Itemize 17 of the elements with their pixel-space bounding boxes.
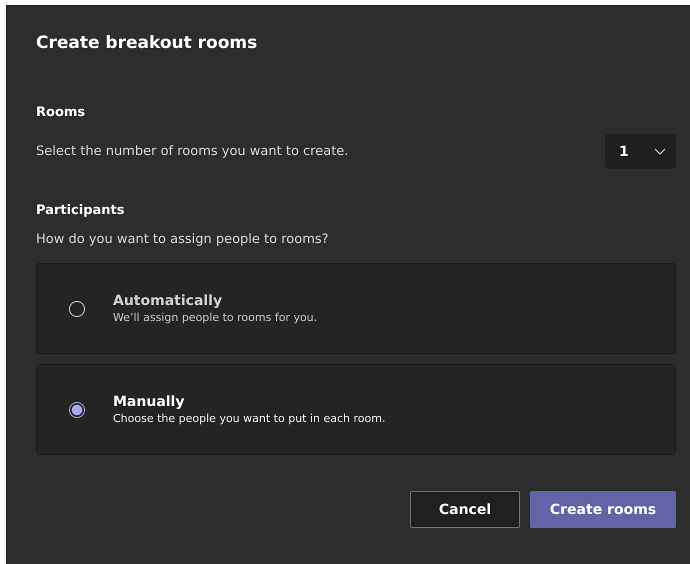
radio-button[interactable] (69, 402, 85, 418)
section-label: Rooms (36, 105, 86, 120)
option-description: Choose the people you want to put in each room. (113, 412, 386, 425)
option-description: We’ll assign people to rooms for you. (113, 311, 318, 324)
cancel-button[interactable]: Cancel (410, 491, 520, 528)
option-card[interactable]: Automatically We’ll assign people to rooms for you. (36, 263, 676, 354)
room-count-dropdown[interactable]: 1 (605, 134, 676, 169)
description-text: Select the number of rooms you want to create. (36, 144, 348, 159)
option-card[interactable]: Manually Choose the people you want to put in each room. (36, 364, 676, 455)
question-text: How do you want to assign people to rooms? (36, 232, 330, 247)
radio-button[interactable] (69, 300, 85, 316)
create-button[interactable]: Create rooms (530, 491, 676, 528)
section-label: Participants (36, 203, 126, 218)
dialog-title: Create breakout rooms (36, 33, 258, 53)
chevron-down-icon (654, 148, 666, 155)
option-title: Automatically (113, 293, 224, 309)
option-title: Manually (113, 394, 186, 410)
